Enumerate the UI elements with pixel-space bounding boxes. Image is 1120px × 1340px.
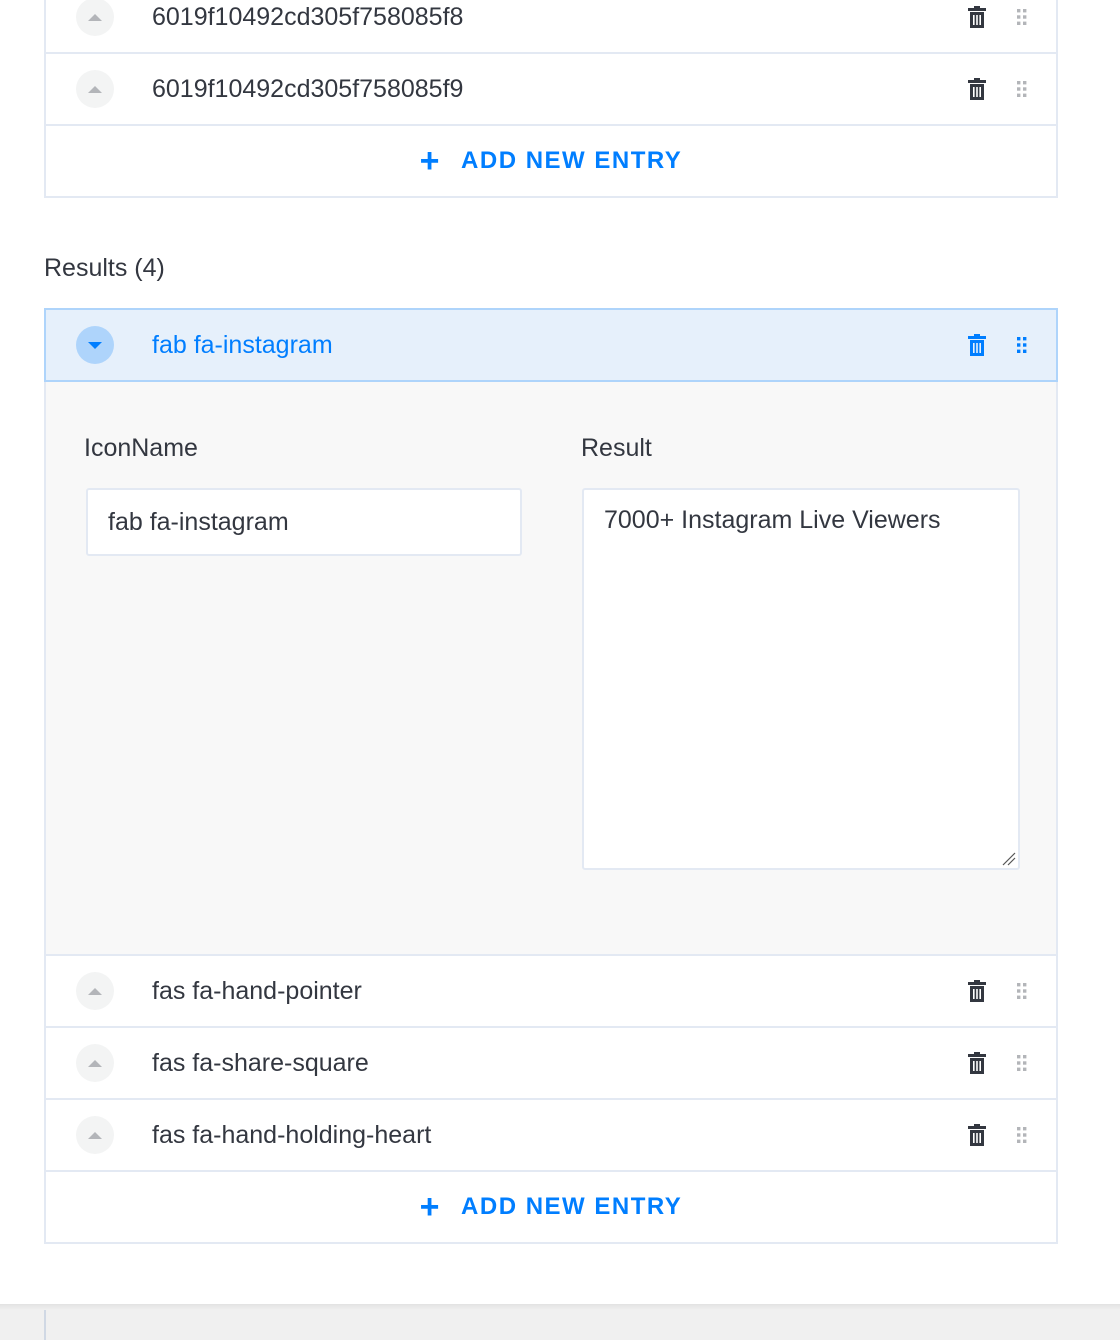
entry-label: fas fa-hand-holding-heart <box>152 1120 432 1149</box>
entry-label: fas fa-share-square <box>152 1048 369 1077</box>
drag-handle-icon[interactable] <box>1016 1054 1028 1072</box>
page: 6019f10492cd305f758085f8 6019f10492cd305… <box>0 0 1120 1340</box>
plus-icon: + <box>419 1188 442 1226</box>
caret-up-icon <box>88 85 102 93</box>
result-text: 7000+ Instagram Live Viewers <box>604 506 941 534</box>
list-item-active[interactable]: fab fa-instagram <box>44 308 1058 382</box>
bottom-bar <box>0 1304 1120 1340</box>
top-entries-list: 6019f10492cd305f758085f8 6019f10492cd305… <box>44 0 1058 198</box>
bottom-bar-divider <box>44 1310 46 1340</box>
caret-up-icon <box>88 1131 102 1139</box>
list-item[interactable]: fas fa-hand-holding-heart <box>46 1100 1056 1172</box>
icon-name-label: IconName <box>84 434 198 462</box>
expand-toggle-button[interactable] <box>76 0 114 36</box>
expanded-entry-form: IconName fab fa-instagram Result 7000+ I… <box>46 382 1056 956</box>
drag-handle-icon[interactable] <box>1016 1126 1028 1144</box>
caret-up-icon <box>88 13 102 21</box>
icon-name-input[interactable]: fab fa-instagram <box>86 488 522 556</box>
result-label: Result <box>581 434 652 462</box>
drag-handle-icon[interactable] <box>1016 336 1028 354</box>
trash-icon[interactable] <box>968 6 986 28</box>
drag-handle-icon[interactable] <box>1016 982 1028 1000</box>
caret-up-icon <box>88 1059 102 1067</box>
drag-handle-icon[interactable] <box>1016 80 1028 98</box>
expand-toggle-button[interactable] <box>76 70 114 108</box>
list-item[interactable]: 6019f10492cd305f758085f9 <box>46 54 1056 126</box>
add-new-entry-label: ADD NEW ENTRY <box>461 147 683 174</box>
bottom-bar-shadow <box>0 1304 1120 1310</box>
trash-icon[interactable] <box>968 1052 986 1074</box>
expand-toggle-button[interactable] <box>76 972 114 1010</box>
trash-icon[interactable] <box>968 334 986 356</box>
add-new-entry-button[interactable]: + ADD NEW ENTRY <box>46 126 1056 196</box>
results-list: fab fa-instagram IconName fab fa-instagr… <box>44 308 1058 1244</box>
entry-label: fab fa-instagram <box>152 330 333 359</box>
caret-down-icon <box>88 341 102 349</box>
plus-icon: + <box>419 142 442 180</box>
add-new-entry-button[interactable]: + ADD NEW ENTRY <box>46 1172 1056 1242</box>
entry-label: 6019f10492cd305f758085f8 <box>152 2 464 31</box>
trash-icon[interactable] <box>968 980 986 1002</box>
list-item[interactable]: 6019f10492cd305f758085f8 <box>46 0 1056 54</box>
expand-toggle-button[interactable] <box>76 1044 114 1082</box>
resize-handle-icon[interactable] <box>1000 850 1016 866</box>
trash-icon[interactable] <box>968 1124 986 1146</box>
collapse-toggle-button[interactable] <box>76 326 114 364</box>
entry-label: 6019f10492cd305f758085f9 <box>152 74 464 103</box>
add-new-entry-label: ADD NEW ENTRY <box>461 1193 683 1220</box>
list-item[interactable]: fas fa-share-square <box>46 1028 1056 1100</box>
result-textarea[interactable]: 7000+ Instagram Live Viewers <box>582 488 1020 870</box>
caret-up-icon <box>88 987 102 995</box>
trash-icon[interactable] <box>968 78 986 100</box>
entry-label: fas fa-hand-pointer <box>152 976 362 1005</box>
drag-handle-icon[interactable] <box>1016 8 1028 26</box>
results-section-title: Results (4) <box>44 254 165 282</box>
list-item[interactable]: fas fa-hand-pointer <box>46 956 1056 1028</box>
expand-toggle-button[interactable] <box>76 1116 114 1154</box>
